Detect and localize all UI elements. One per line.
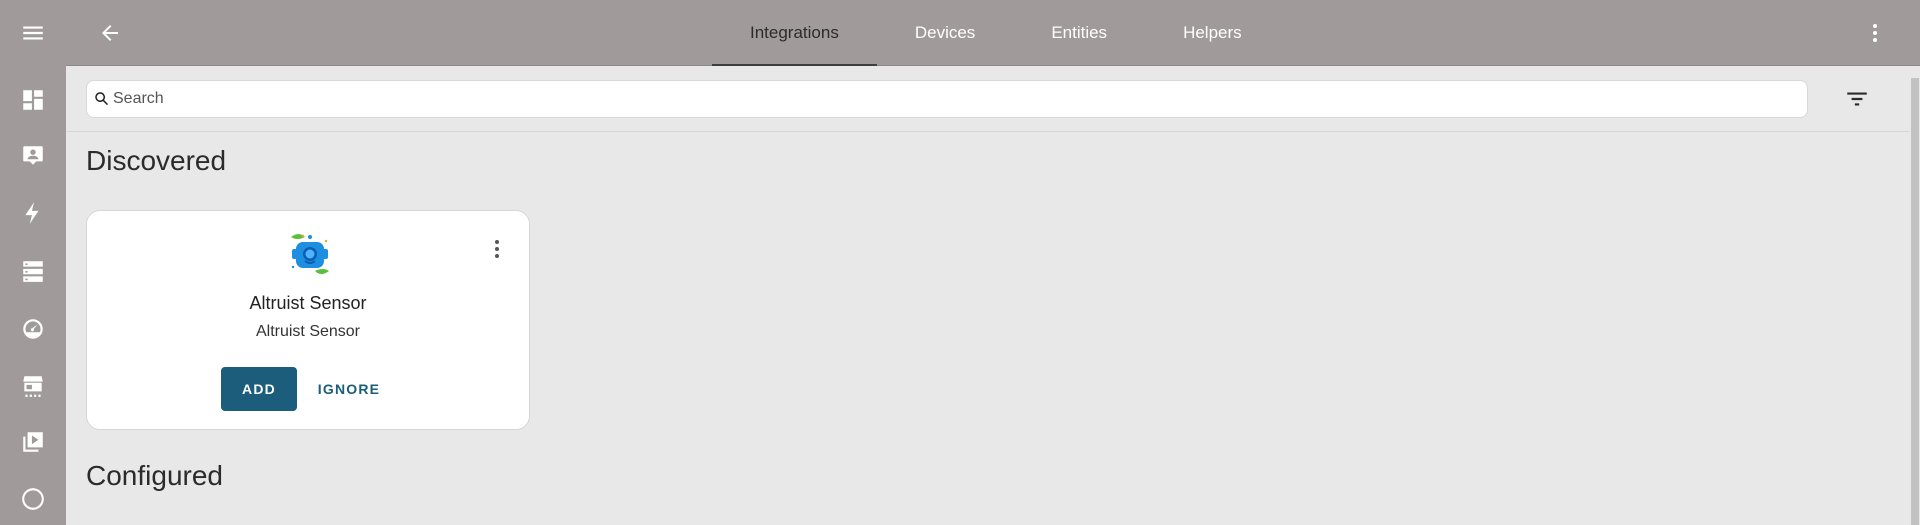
add-button[interactable]: ADD (221, 367, 297, 411)
dashboard-icon (23, 90, 43, 110)
search-input[interactable] (113, 90, 1793, 108)
sidebar (0, 0, 66, 525)
account-box-icon (23, 146, 43, 165)
sidebar-item-hacs[interactable] (0, 361, 66, 411)
media-play-icon (23, 432, 43, 452)
hacs-store-icon (23, 376, 43, 397)
ignore-button[interactable]: IGNORE (309, 367, 389, 411)
search-toolbar (66, 66, 1910, 132)
tab-devices[interactable]: Devices (877, 0, 1013, 66)
altruist-sensor-logo (291, 234, 329, 274)
server-list-icon (23, 261, 43, 282)
back-button[interactable] (94, 17, 126, 49)
tab-helpers[interactable]: Helpers (1145, 0, 1280, 66)
card-subtitle: Altruist Sensor (255, 323, 361, 340)
sidebar-item-media[interactable] (0, 417, 66, 467)
sidebar-item-map[interactable] (0, 131, 66, 181)
filter-button[interactable] (1842, 84, 1872, 114)
sidebar-item-history[interactable] (0, 304, 66, 354)
lightning-icon (25, 202, 39, 224)
discovered-integration-card: Altruist Sensor Altruist Sensor ADD IGNO… (86, 210, 530, 430)
menu-toggle-button[interactable] (0, 8, 66, 58)
overflow-menu-button[interactable] (1860, 18, 1890, 48)
top-app-bar: Integrations Devices Entities Helpers (66, 0, 1920, 66)
menu-icon (23, 26, 43, 40)
tab-bar: Integrations Devices Entities Helpers (712, 0, 1280, 66)
sidebar-item-zwave[interactable] (0, 474, 66, 524)
speedometer-icon (23, 319, 43, 339)
scrollbar-thumb[interactable] (1911, 78, 1919, 525)
dots-vertical-icon (1873, 24, 1877, 42)
discovered-heading: Discovered (86, 145, 227, 176)
card-title: Altruist Sensor (249, 293, 367, 313)
tab-integrations[interactable]: Integrations (712, 0, 877, 66)
zwave-icon (22, 488, 44, 510)
sidebar-item-overview[interactable] (0, 75, 66, 125)
search-icon (95, 92, 109, 106)
tab-entities[interactable]: Entities (1013, 0, 1145, 66)
card-overflow-button[interactable] (485, 237, 509, 261)
search-field[interactable] (86, 80, 1808, 118)
dots-vertical-icon (495, 240, 499, 258)
arrow-left-icon (102, 25, 118, 41)
sidebar-item-logbook[interactable] (0, 246, 66, 296)
configured-heading: Configured (86, 460, 223, 491)
filter-icon (1847, 92, 1867, 106)
sidebar-item-energy[interactable] (0, 188, 66, 238)
